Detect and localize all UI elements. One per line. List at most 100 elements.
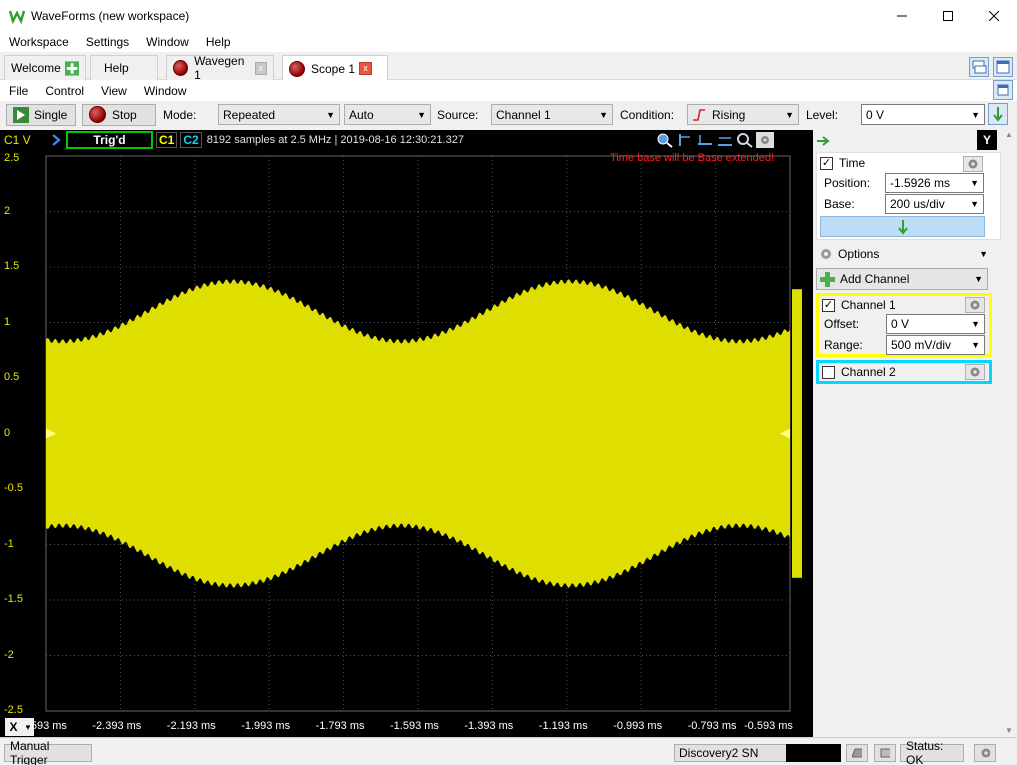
play-single-icon: [13, 106, 29, 123]
chevron-down-icon: ▼: [971, 340, 980, 350]
channel1-checkbox[interactable]: ✓: [822, 298, 835, 312]
range-field[interactable]: 500 mV/div ▼: [886, 335, 985, 355]
close-button[interactable]: [971, 0, 1017, 31]
chevron-down-icon: ▼: [785, 109, 794, 120]
layout-tile-button[interactable]: [969, 57, 989, 77]
close-tab-icon[interactable]: x: [254, 61, 268, 75]
stop-label: Stop: [112, 107, 137, 122]
chevron-down-icon: ▼: [417, 109, 426, 120]
cursor-vertical-icon[interactable]: [716, 132, 734, 148]
chevron-down-icon: ▼: [599, 109, 608, 120]
waveforms-logo-icon: [9, 9, 25, 24]
stop-icon: [89, 106, 106, 123]
scroll-down-icon[interactable]: ▼: [1005, 726, 1013, 735]
channel2-tag[interactable]: C2: [180, 132, 202, 148]
tab-help[interactable]: Help: [90, 55, 158, 80]
menu-window[interactable]: Window: [137, 35, 197, 49]
offset-field[interactable]: 0 V ▼: [886, 314, 985, 334]
tab-scope-label: Scope 1: [311, 61, 356, 76]
level-label: Level:: [806, 107, 839, 122]
x-tick-label: -2.193 ms: [166, 720, 216, 732]
time-checkbox[interactable]: ✓: [820, 156, 833, 170]
x-tick-label: -1.793 ms: [315, 720, 365, 732]
supply-icon: [880, 748, 890, 758]
arrow-right-icon[interactable]: [817, 136, 831, 146]
tab-scope[interactable]: Scope 1 x: [282, 55, 388, 81]
x-tick-label: -2.393 ms: [92, 720, 142, 732]
condition-select[interactable]: Rising ▼: [687, 104, 799, 125]
y-tick-label: 0: [4, 426, 11, 439]
base-field[interactable]: 200 us/div ▼: [885, 194, 984, 214]
plus-icon[interactable]: [64, 60, 79, 76]
level-input[interactable]: 0 V ▼: [861, 104, 985, 125]
instrument-icon: [289, 60, 305, 77]
mode-select[interactable]: Repeated ▼: [218, 104, 340, 125]
panel-scrollbar[interactable]: ▲ ▼: [1003, 130, 1017, 737]
layout-dock-button[interactable]: [993, 57, 1013, 77]
device-icon: [852, 748, 862, 758]
close-tab-icon[interactable]: x: [359, 62, 373, 75]
scope-menu-file[interactable]: File: [0, 84, 36, 98]
restore-button[interactable]: [993, 80, 1013, 100]
x-tick-label: -0.993 ms: [613, 720, 663, 732]
menu-help[interactable]: Help: [197, 35, 239, 49]
y-tick-label: 2.5: [4, 152, 20, 164]
manual-trigger-button[interactable]: Manual Trigger: [4, 739, 92, 765]
cursor-add-icon[interactable]: [676, 132, 694, 148]
minimize-button[interactable]: [879, 0, 925, 31]
single-button[interactable]: Single: [6, 103, 76, 126]
y-axis-button[interactable]: Y: [977, 130, 997, 150]
x-tick-label: -1.393 ms: [464, 720, 514, 732]
options-row[interactable]: Options ▼: [816, 244, 988, 264]
y-tick-label: -2: [4, 648, 14, 661]
tab-wavegen[interactable]: Wavegen 1 x: [166, 54, 274, 82]
device-config-button[interactable]: [846, 744, 868, 762]
gear-icon: [821, 249, 831, 259]
channel1-tag[interactable]: C1: [156, 132, 178, 148]
y-tick-label: 1: [4, 315, 11, 328]
status-ok-button[interactable]: Status: OK: [900, 739, 964, 765]
magnifier-icon[interactable]: [736, 132, 754, 148]
scope-plot[interactable]: 2.5 2 1.5 1 0.5 0 -0.5 -1 -1.5 -2 -2.5: [0, 150, 813, 717]
channel2-checkbox[interactable]: [822, 365, 835, 379]
scope-menu-view[interactable]: View: [92, 84, 135, 98]
tab-welcome-label: Welcome: [11, 61, 61, 75]
menu-settings[interactable]: Settings: [77, 35, 137, 49]
cursor-horizontal-icon[interactable]: [696, 132, 714, 148]
channel2-settings-button[interactable]: [965, 364, 985, 380]
range-value: 500 mV/div: [891, 338, 952, 352]
scope-canvas[interactable]: [0, 150, 813, 717]
settings-icon[interactable]: [756, 132, 774, 148]
chevron-right-icon[interactable]: [50, 133, 62, 147]
auto-select[interactable]: Auto ▼: [344, 104, 431, 125]
zoom-icon[interactable]: [656, 132, 674, 148]
offset-label: Offset:: [824, 317, 860, 331]
maximize-icon: [943, 10, 953, 21]
scope-menu-window[interactable]: Window: [135, 84, 195, 98]
device-button[interactable]: Discovery2 SN: [674, 744, 841, 762]
gear-icon: [970, 300, 980, 310]
scope-menu-control[interactable]: Control: [36, 84, 92, 98]
apply-level-button[interactable]: [988, 103, 1008, 125]
device-label: Discovery2 SN: [679, 746, 759, 760]
time-settings-button[interactable]: [963, 156, 983, 172]
channel1-settings-button[interactable]: [965, 297, 985, 313]
supplies-button[interactable]: [874, 744, 896, 762]
maximize-button[interactable]: [925, 0, 971, 31]
position-field[interactable]: -1.5926 ms ▼: [885, 173, 984, 193]
add-channel-label: Add Channel: [840, 272, 910, 286]
position-label: Position:: [824, 176, 871, 190]
time-apply-button[interactable]: [820, 216, 985, 237]
base-label: Base:: [824, 197, 855, 211]
menu-workspace[interactable]: Workspace: [0, 35, 77, 49]
tab-strip: Welcome Help Wavegen 1 x Scope 1 x: [0, 53, 1017, 82]
x-tick-label: -1.193 ms: [538, 720, 588, 732]
tab-welcome[interactable]: Welcome: [4, 55, 86, 80]
arrow-down-icon: [993, 107, 1003, 122]
add-channel-button[interactable]: Add Channel ▼: [816, 268, 988, 290]
chevron-down-icon: ▼: [970, 199, 979, 209]
status-settings-button[interactable]: [974, 744, 996, 762]
source-select[interactable]: Channel 1 ▼: [491, 104, 613, 125]
stop-button[interactable]: Stop: [82, 103, 156, 126]
scroll-up-icon[interactable]: ▲: [1005, 130, 1013, 139]
